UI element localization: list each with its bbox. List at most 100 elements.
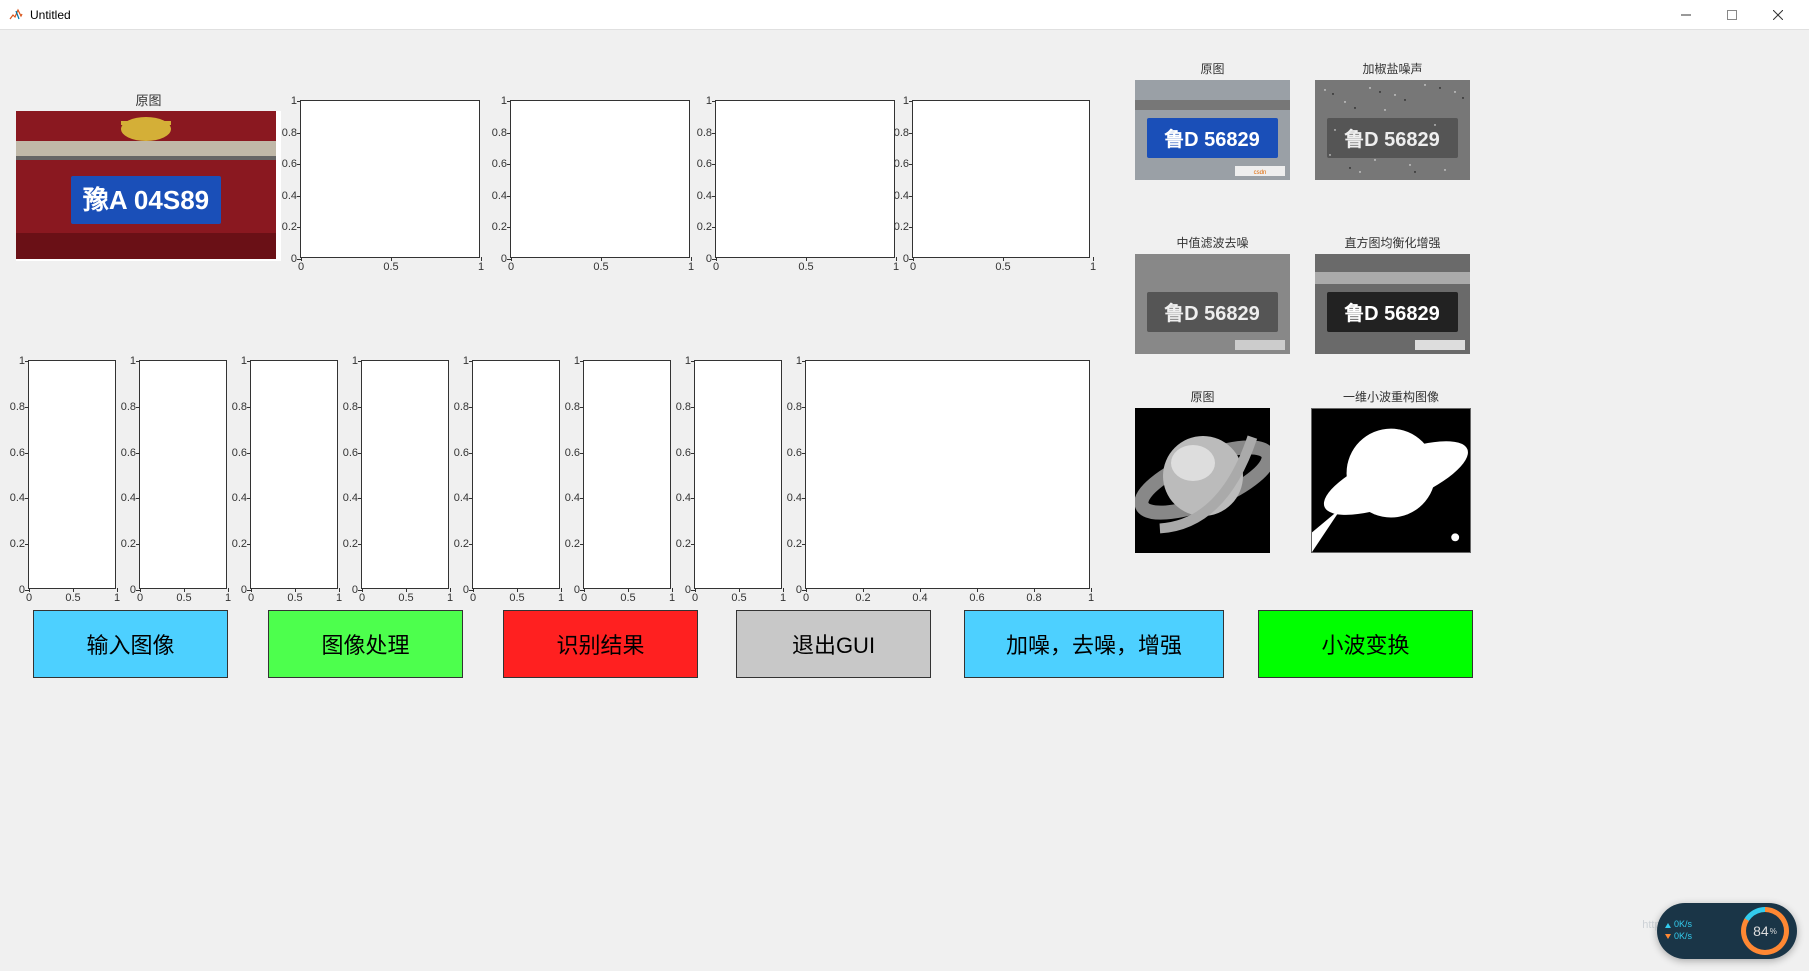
mid-axes-4: 10.80.60.40.2000.51: [361, 360, 449, 589]
ytick-label: 0.8: [454, 401, 469, 413]
ytick-label: 0.8: [343, 401, 358, 413]
ytick-label: 0.6: [697, 158, 712, 170]
ytick-label: 0.4: [232, 492, 247, 504]
ytick-label: 0.8: [232, 401, 247, 413]
close-button[interactable]: [1755, 0, 1801, 30]
xtick-label: 1: [1090, 261, 1096, 273]
recognize-result-button[interactable]: 识别结果: [503, 610, 698, 678]
svg-text:鲁D 56829: 鲁D 56829: [1344, 127, 1440, 151]
thumb-saturn-original-image: [1135, 408, 1270, 553]
thumb-salt-pepper-image: 鲁D 56829: [1315, 80, 1470, 180]
ytick-label: 0.2: [282, 221, 297, 233]
ytick-label: 0.8: [565, 401, 580, 413]
xtick-label: 0.5: [995, 261, 1010, 273]
process-image-button[interactable]: 图像处理: [268, 610, 463, 678]
network-widget[interactable]: 0K/s 0K/s 84%: [1657, 903, 1797, 959]
ytick-label: 0.4: [10, 492, 25, 504]
xtick-label: 0: [359, 592, 365, 604]
ytick-label: 0.4: [121, 492, 136, 504]
svg-text:鲁D 56829: 鲁D 56829: [1164, 301, 1260, 325]
ytick-label: 0.2: [787, 538, 802, 550]
ytick-label: 0.2: [697, 221, 712, 233]
ytick-label: 0.2: [343, 538, 358, 550]
xtick-label: 0: [137, 592, 143, 604]
svg-text:鲁D 56829: 鲁D 56829: [1164, 127, 1260, 151]
ytick-label: 0.6: [232, 447, 247, 459]
xtick-label: 1: [1088, 592, 1094, 604]
ytick-label: 0.8: [676, 401, 691, 413]
ytick-label: 0.8: [282, 127, 297, 139]
thumb-saturn-original: 原图: [1135, 388, 1270, 553]
xtick-label: 0.5: [798, 261, 813, 273]
xtick-label: 1: [114, 592, 120, 604]
ytick-label: 0.6: [787, 447, 802, 459]
xtick-label: 0.2: [855, 592, 870, 604]
thumb-histeq: 直方图均衡化增强 鲁D 56829: [1315, 234, 1470, 354]
xtick-label: 0.8: [1026, 592, 1041, 604]
figure-content: 原图 豫A 04S89 10.80.60.40.2000.51 10.80.60…: [0, 30, 1809, 971]
xtick-label: 0: [803, 592, 809, 604]
mid-axes-6: 10.80.60.40.2000.51: [583, 360, 671, 589]
ytick-label: 0.8: [492, 127, 507, 139]
xtick-label: 1: [478, 261, 484, 273]
memory-percent-suffix: %: [1770, 927, 1777, 936]
thumb-median-filter-title: 中值滤波去噪: [1135, 234, 1290, 251]
ytick-label: 0.4: [282, 190, 297, 202]
mid-axes-7: 10.80.60.40.2000.51: [694, 360, 782, 589]
xtick-label: 1: [558, 592, 564, 604]
ytick-label: 0.6: [565, 447, 580, 459]
wavelet-transform-button[interactable]: 小波变换: [1258, 610, 1473, 678]
ytick-label: 0.6: [454, 447, 469, 459]
xtick-label: 0.5: [731, 592, 746, 604]
maximize-button[interactable]: [1709, 0, 1755, 30]
xtick-label: 0.5: [593, 261, 608, 273]
ytick-label: 0.6: [492, 158, 507, 170]
thumb-salt-pepper-title: 加椒盐噪声: [1315, 60, 1470, 77]
thumb-median-filter: 中值滤波去噪 鲁D 56829: [1135, 234, 1290, 354]
ytick-label: 0.6: [282, 158, 297, 170]
ytick-label: 0.6: [343, 447, 358, 459]
xtick-label: 0.5: [620, 592, 635, 604]
upload-speed: 0K/s: [1674, 919, 1692, 931]
thumb-wavelet-recon: 一维小波重构图像: [1311, 388, 1471, 553]
top-axes-3: 10.80.60.40.2000.51: [715, 100, 895, 258]
xtick-label: 0: [470, 592, 476, 604]
xtick-label: 0: [26, 592, 32, 604]
ytick-label: 0.8: [697, 127, 712, 139]
ytick-label: 0.2: [454, 538, 469, 550]
ytick-label: 0.2: [121, 538, 136, 550]
ytick-label: 0.4: [894, 190, 909, 202]
ytick-label: 0.4: [787, 492, 802, 504]
xtick-label: 1: [780, 592, 786, 604]
ytick-label: 0.4: [454, 492, 469, 504]
svg-text:鲁D 56829: 鲁D 56829: [1344, 301, 1440, 325]
ytick-label: 0.2: [676, 538, 691, 550]
matlab-icon: [8, 7, 24, 23]
xtick-label: 0.5: [383, 261, 398, 273]
thumb-salt-pepper: 加椒盐噪声 鲁D 56829: [1315, 60, 1470, 180]
input-image-button[interactable]: 输入图像: [33, 610, 228, 678]
thumb-histeq-image: 鲁D 56829: [1315, 254, 1470, 354]
ytick-label: 0.6: [10, 447, 25, 459]
ytick-label: 0.6: [121, 447, 136, 459]
mid-axes-3: 10.80.60.40.2000.51: [250, 360, 338, 589]
minimize-button[interactable]: [1663, 0, 1709, 30]
thumb-original: 原图 鲁D 56829 csdn: [1135, 60, 1290, 180]
upload-arrow-icon: [1665, 923, 1671, 928]
ytick-label: 0.6: [676, 447, 691, 459]
ytick-label: 0.2: [10, 538, 25, 550]
original-image-axes: 豫A 04S89: [16, 111, 281, 261]
mid-axes-2: 10.80.60.40.2000.51: [139, 360, 227, 589]
xtick-label: 1: [893, 261, 899, 273]
ytick-label: 0.8: [894, 127, 909, 139]
ytick-label: 0.4: [343, 492, 358, 504]
download-arrow-icon: [1665, 934, 1671, 939]
xtick-label: 0: [248, 592, 254, 604]
window-title: Untitled: [30, 8, 1663, 22]
window-controls: [1663, 0, 1801, 30]
xtick-label: 1: [669, 592, 675, 604]
original-image-panel: 原图 豫A 04S89: [16, 90, 281, 261]
exit-gui-button[interactable]: 退出GUI: [736, 610, 931, 678]
memory-percent: 84: [1753, 923, 1769, 939]
noise-denoise-enhance-button[interactable]: 加噪，去噪，增强: [964, 610, 1224, 678]
